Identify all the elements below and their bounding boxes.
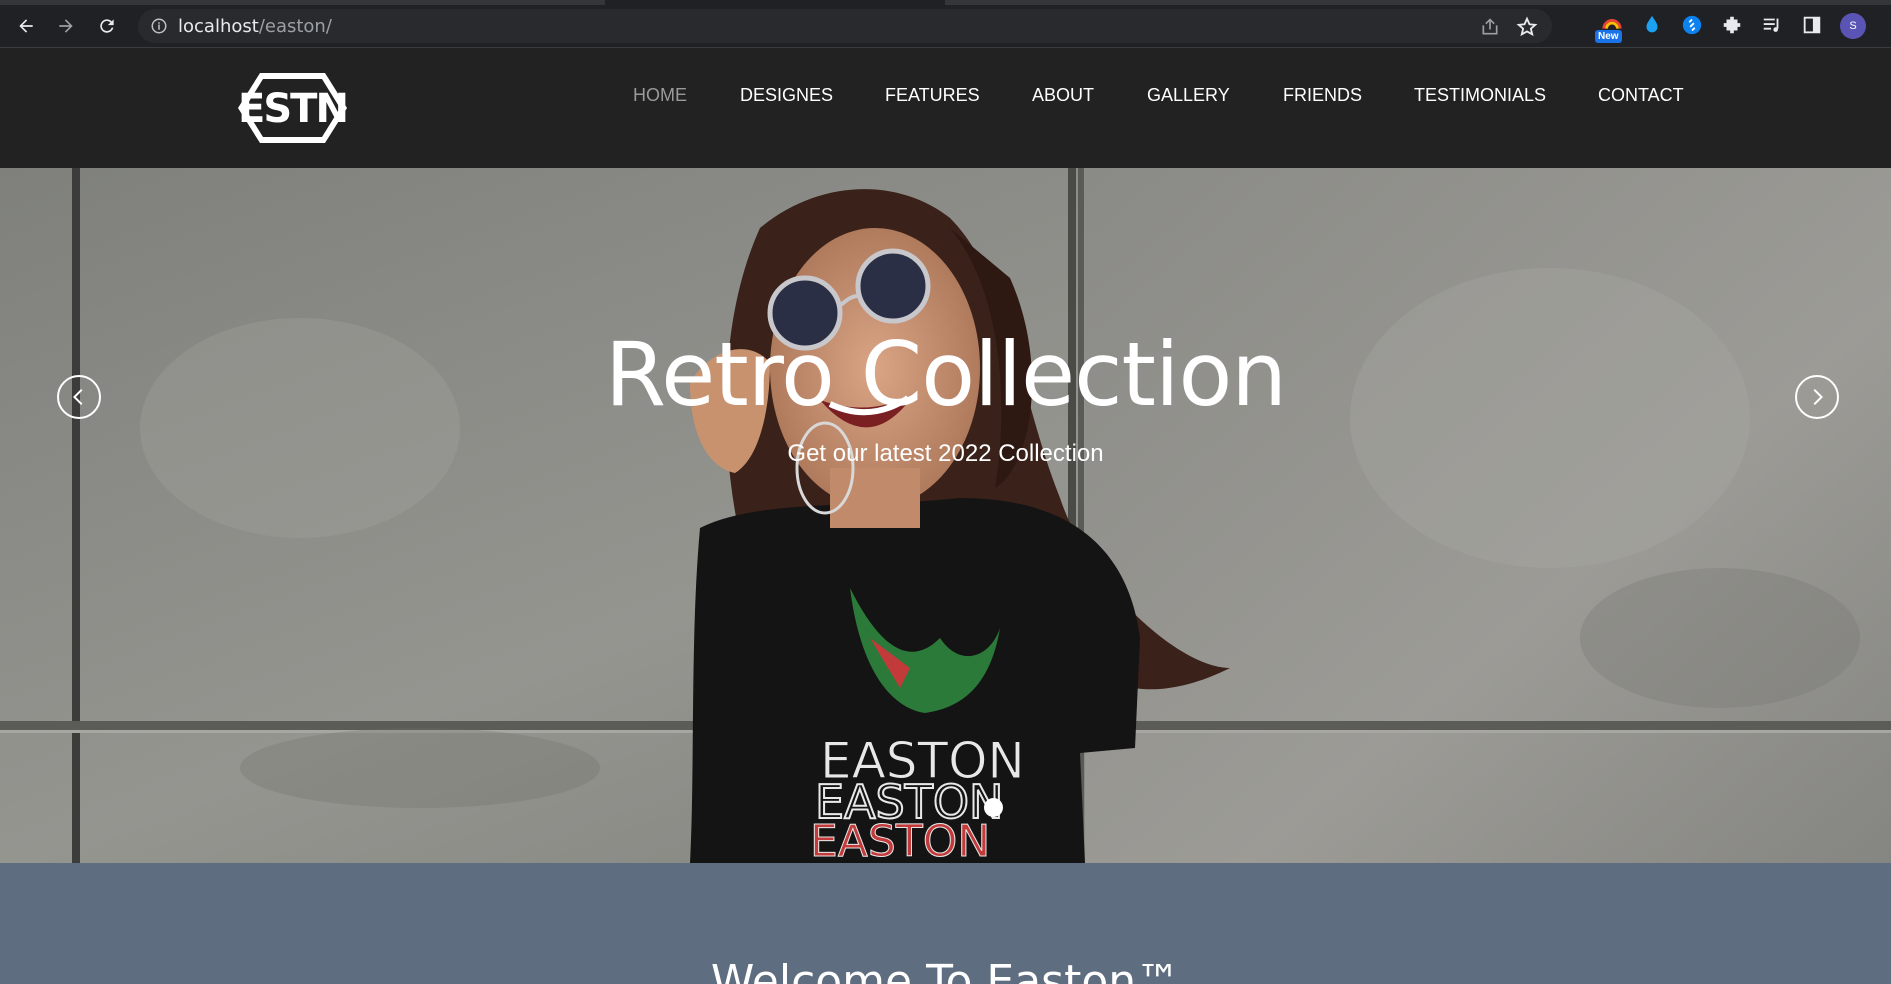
carousel-prev-button[interactable] bbox=[57, 375, 101, 419]
address-bar[interactable]: localhost/easton/ bbox=[138, 9, 1552, 43]
nav-friends[interactable]: FRIENDS bbox=[1283, 85, 1362, 106]
profile-avatar[interactable]: S bbox=[1840, 13, 1866, 39]
hero-photo: EASTON EASTON EASTON bbox=[0, 168, 1891, 863]
tab-strip bbox=[0, 0, 1891, 5]
welcome-section: Welcome To Easton™ bbox=[0, 863, 1891, 984]
svg-text:EASTON: EASTON bbox=[810, 816, 990, 863]
bookmark-star-icon[interactable] bbox=[1516, 16, 1538, 38]
url-text[interactable]: localhost/easton/ bbox=[178, 16, 332, 37]
nav-gallery[interactable]: GALLERY bbox=[1147, 85, 1230, 106]
nav-home[interactable]: HOME bbox=[633, 85, 687, 106]
nav-about[interactable]: ABOUT bbox=[1032, 85, 1094, 106]
side-panel-icon[interactable] bbox=[1800, 13, 1824, 37]
hero-title: Retro Collection bbox=[604, 323, 1287, 426]
share-icon[interactable] bbox=[1480, 17, 1500, 37]
new-badge: New bbox=[1595, 30, 1622, 43]
forward-button[interactable] bbox=[52, 12, 80, 40]
info-icon[interactable] bbox=[150, 17, 168, 35]
site-header: ESTN HOME DESIGNES FEATURES ABOUT GALLER… bbox=[0, 48, 1891, 168]
back-button[interactable] bbox=[12, 12, 40, 40]
welcome-heading: Welcome To Easton™ bbox=[710, 956, 1181, 984]
nav-contact[interactable]: CONTACT bbox=[1598, 85, 1684, 106]
extensions-puzzle-icon[interactable] bbox=[1720, 13, 1744, 37]
browser-toolbar: localhost/easton/ New S bbox=[0, 0, 1891, 48]
media-queue-icon[interactable] bbox=[1760, 13, 1784, 37]
hero-carousel: EASTON EASTON EASTON Retro Collection Ge… bbox=[0, 168, 1891, 863]
carousel-indicator-dot[interactable] bbox=[984, 798, 1003, 817]
reload-button[interactable] bbox=[93, 12, 121, 40]
carousel-next-button[interactable] bbox=[1795, 375, 1839, 419]
chevron-right-icon bbox=[1813, 388, 1824, 406]
reload-icon bbox=[100, 19, 114, 33]
hero-subtitle: Get our latest 2022 Collection bbox=[787, 440, 1104, 467]
extension-droplet-icon[interactable] bbox=[1640, 13, 1664, 37]
arrow-left-icon bbox=[19, 19, 33, 33]
nav-testimonials[interactable]: TESTIMONIALS bbox=[1414, 85, 1546, 106]
nav-features[interactable]: FEATURES bbox=[885, 85, 980, 106]
arrow-right-icon bbox=[59, 19, 73, 33]
nav-designes[interactable]: DESIGNES bbox=[740, 85, 833, 106]
main-nav: HOME DESIGNES FEATURES ABOUT GALLERY FRI… bbox=[0, 48, 1891, 168]
extension-shazam-icon[interactable] bbox=[1680, 13, 1704, 37]
chevron-left-icon bbox=[72, 388, 83, 406]
